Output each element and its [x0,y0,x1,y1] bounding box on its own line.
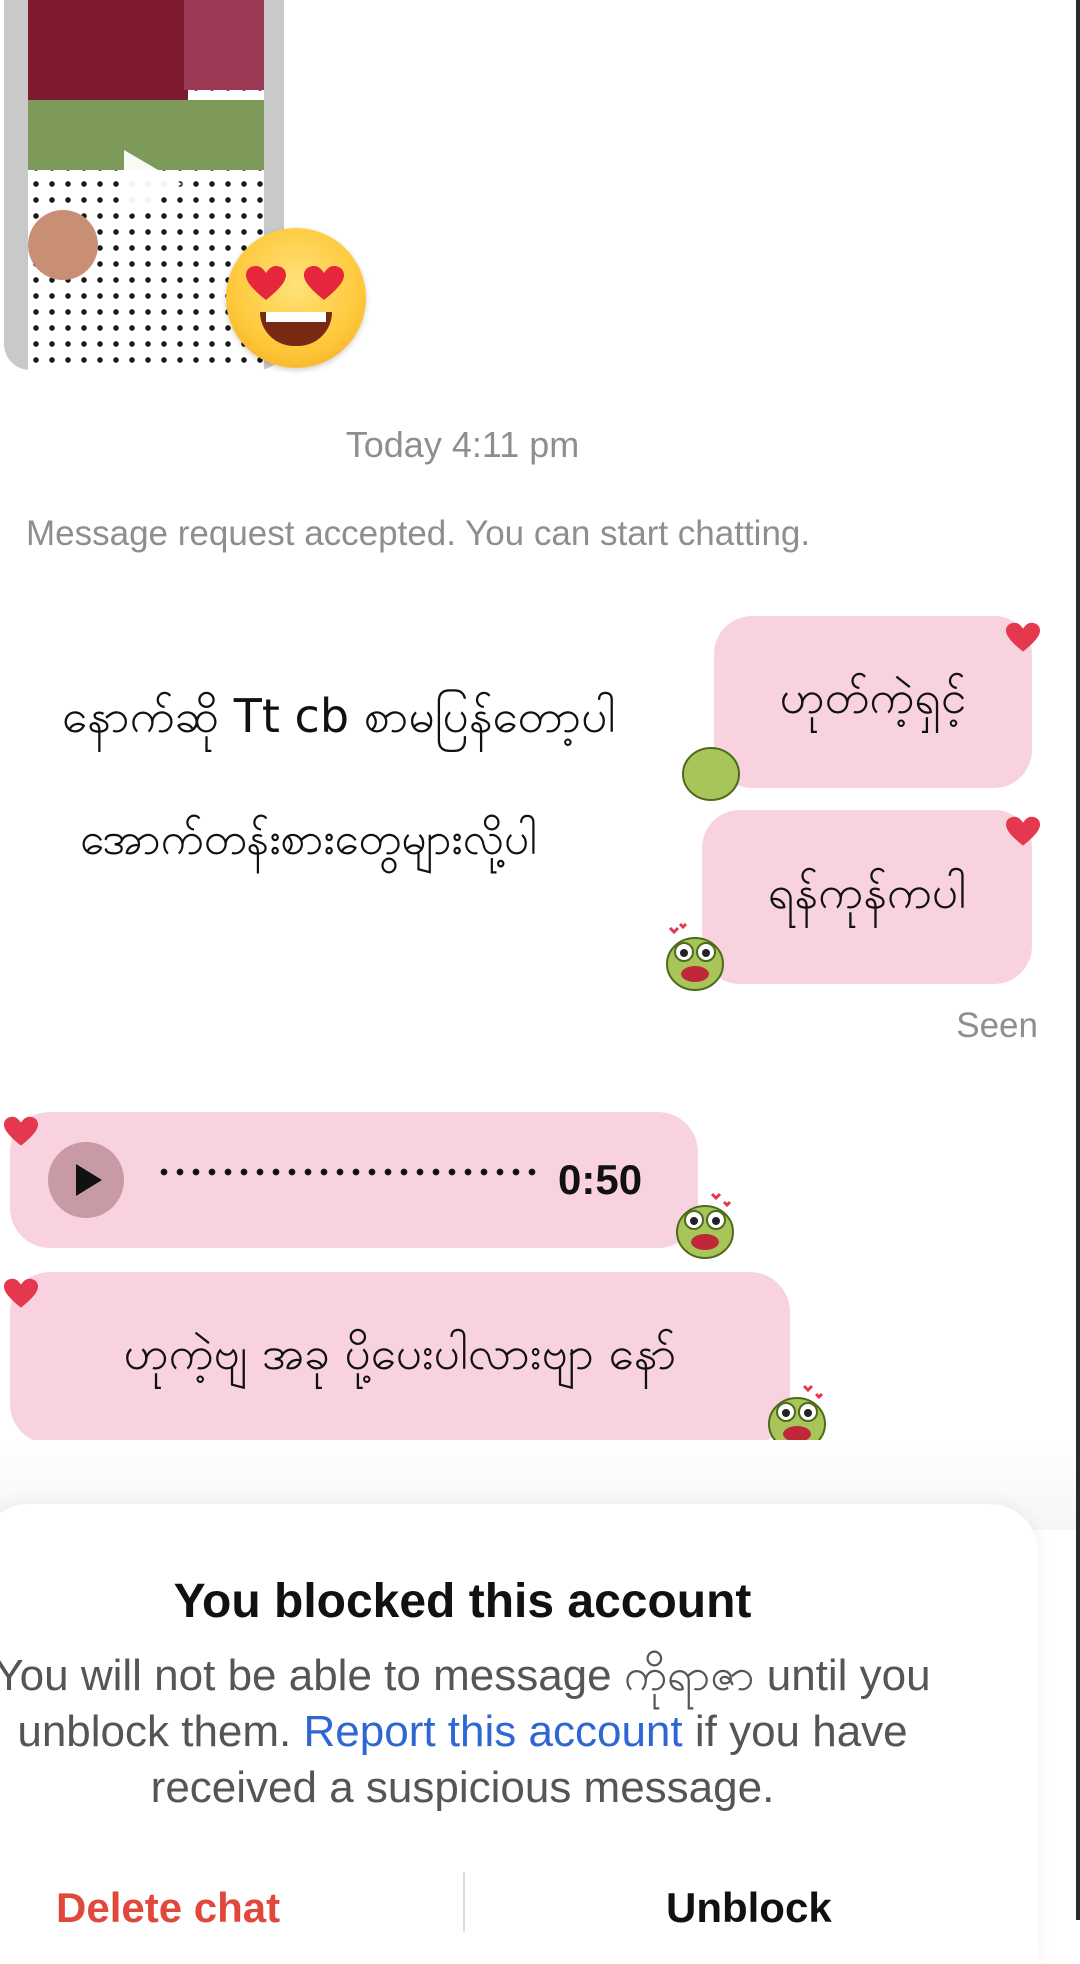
delete-chat-button[interactable]: Delete chat [56,1884,280,1932]
screen-edge [1076,0,1080,1920]
message-text: ရန်ကုန်ကပါ [767,864,967,919]
report-account-link[interactable]: Report this account [304,1707,683,1756]
heart-eyes-emoji-reaction[interactable] [226,228,366,368]
message-timestamp: Today 4:11 pm [345,424,580,465]
heart-icon [246,266,286,300]
fabric-pink [184,0,264,90]
unblock-button[interactable]: Unblock [666,1884,832,1932]
frog-sticker-icon [666,922,724,991]
hand-shape [28,210,98,280]
incoming-message-bubble[interactable]: ဟုကဲ့ဗျ အခု ပို့ပေးပါလားဗျာ နော် [10,1272,790,1444]
quoted-reply-text: အောက်တန်းစားတွေများလို့ပါ [70,808,547,880]
heart-reaction-icon [4,1116,38,1146]
incoming-voice-message[interactable]: 0:50 [10,1112,698,1248]
heart-reaction-icon [1006,622,1040,652]
blocked-description: You will not be able to message ကိုရာဇာ … [0,1651,931,1812]
action-divider [463,1872,465,1932]
heart-reaction-icon [4,1278,38,1308]
message-text: ဟုတ်ကဲ့ရှင့် [779,669,967,724]
fabric-red [28,0,188,110]
heart-icon [304,266,344,300]
play-icon[interactable] [124,150,182,218]
outgoing-message-bubble[interactable]: ဟုတ်ကဲ့ရှင့် [714,616,1032,788]
message-text: ဟုကဲ့ဗျ အခု ပို့ပေးပါလားဗျာ နော် [123,1325,677,1380]
outgoing-message-bubble[interactable]: ရန်ကုန်ကပါ [702,810,1032,984]
voice-duration: 0:50 [558,1156,643,1203]
heart-reaction-icon [1006,816,1040,846]
system-note: Message request accepted. You can start … [26,514,811,553]
emoji-mouth [260,312,332,346]
frog-sticker-icon [676,1192,734,1259]
voice-waveform [156,1164,536,1180]
quoted-reply-text: နောက်ဆို Tt cb စာမပြန်တော့ပါ [52,684,626,759]
play-icon[interactable] [48,1142,124,1218]
seen-indicator: Seen [956,1006,1038,1045]
blocked-title: You blocked this account [173,1575,752,1628]
frog-sticker-icon [682,747,740,801]
